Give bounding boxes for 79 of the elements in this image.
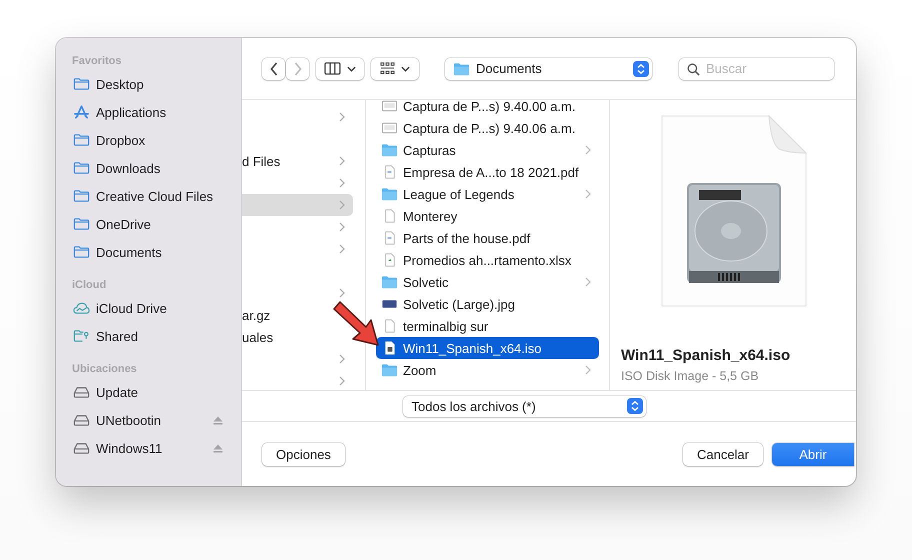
file-row[interactable]: Capturas [376, 139, 599, 161]
screenshot-icon [381, 121, 398, 135]
stepper-icon [633, 60, 649, 76]
folder-icon [381, 363, 398, 377]
file-row[interactable]: Solvetic (Large).jpg [376, 293, 599, 315]
file-type-popup[interactable]: Todos los archivos (*) [402, 396, 646, 416]
folder-icon [73, 245, 90, 259]
drive-icon [73, 413, 90, 427]
chevron-right-icon [585, 277, 591, 287]
chevron-right-icon [585, 145, 591, 155]
caret-icon [401, 66, 410, 72]
folder-icon [73, 189, 90, 203]
folder-icon [73, 77, 90, 91]
open-button[interactable]: Abrir [772, 442, 854, 466]
cloud-icon [73, 301, 90, 315]
file-name: Win11_Spanish_x64.iso [621, 347, 792, 364]
column-view-button[interactable] [316, 58, 364, 80]
chevron-left-icon [270, 62, 278, 76]
sidebar-item[interactable]: Windows11 [56, 434, 241, 462]
sidebar-item[interactable]: Documents [56, 238, 241, 266]
dialog-button[interactable]: Opciones [262, 442, 345, 466]
search-field[interactable]: Buscar [679, 58, 834, 80]
file-name[interactable]: ar.gz [242, 308, 270, 322]
sidebar-item[interactable]: Desktop [56, 70, 241, 98]
image-file-icon [381, 297, 398, 311]
folder-icon [381, 275, 398, 289]
sidebar-item[interactable]: Creative Cloud Files [56, 182, 241, 210]
section-title: Favoritos [71, 54, 123, 69]
drive-icon [73, 385, 90, 399]
location-popup[interactable]: Documents [445, 58, 652, 80]
folder-icon [73, 217, 90, 231]
file-row[interactable]: Captura de P...s) 9.40.06 a.m. [376, 117, 599, 139]
file-row[interactable]: Solvetic [376, 271, 599, 293]
sidebar-item[interactable]: Shared [56, 322, 241, 350]
file-row[interactable]: Zoom [376, 359, 599, 381]
file-row[interactable]: League of Legends [376, 183, 599, 205]
folder-icon [73, 161, 90, 175]
eject-icon[interactable] [213, 444, 223, 452]
stepper-icon [626, 398, 642, 414]
eject-icon[interactable] [213, 416, 223, 424]
chevron-right-icon [585, 189, 591, 199]
sidebar-item[interactable]: Applications [56, 98, 241, 126]
folder-icon [381, 143, 398, 157]
column-row[interactable] [242, 194, 353, 216]
file-row[interactable]: Win11_Spanish_x64.iso [376, 337, 599, 359]
sidebar-item[interactable]: Update [56, 378, 241, 406]
folder-icon [73, 133, 90, 147]
file-row[interactable]: Monterey [376, 205, 599, 227]
section-title: Ubicaciones [71, 362, 138, 377]
file-row[interactable]: Parts of the house.pdf [376, 227, 599, 249]
section-title: iCloud [71, 278, 108, 293]
columns-icon [324, 62, 341, 75]
file-name[interactable]: d Files [242, 154, 280, 168]
back-button[interactable] [262, 58, 285, 80]
sidebar-item[interactable]: iCloud Drive [56, 294, 241, 322]
folder-icon [453, 62, 470, 76]
sidebar-item[interactable]: UNetbootin [56, 406, 241, 434]
group-view-button[interactable] [371, 58, 419, 80]
drive-icon [73, 441, 90, 455]
grid-icon [380, 62, 395, 75]
folder-icon [381, 187, 398, 201]
shared-folder-icon [73, 329, 90, 343]
sidebar-item[interactable]: Downloads [56, 154, 241, 182]
search-icon [687, 62, 700, 76]
chevron-right-icon [585, 365, 591, 375]
caret-icon [347, 66, 356, 72]
apps-icon [73, 105, 90, 119]
file-name[interactable]: uales [242, 330, 274, 344]
sidebar-item[interactable]: Dropbox [56, 126, 241, 154]
sidebar-item[interactable]: OneDrive [56, 210, 241, 238]
chevron-right-icon [294, 62, 302, 76]
arrow-annotation [331, 300, 381, 348]
file-info: ISO Disk Image - 5,5 GB [621, 369, 760, 383]
dialog-button[interactable]: Cancelar [682, 442, 763, 466]
file-row[interactable]: Promedios ah...rtamento.xlsx [376, 249, 599, 271]
file-row[interactable]: terminalbig sur [376, 315, 599, 337]
file-row[interactable]: Empresa de A...to 18 2021.pdf [376, 161, 599, 183]
file-row[interactable]: Captura de P...s) 9.40.00 a.m. [376, 100, 599, 117]
chevron-right-icon [339, 200, 345, 210]
